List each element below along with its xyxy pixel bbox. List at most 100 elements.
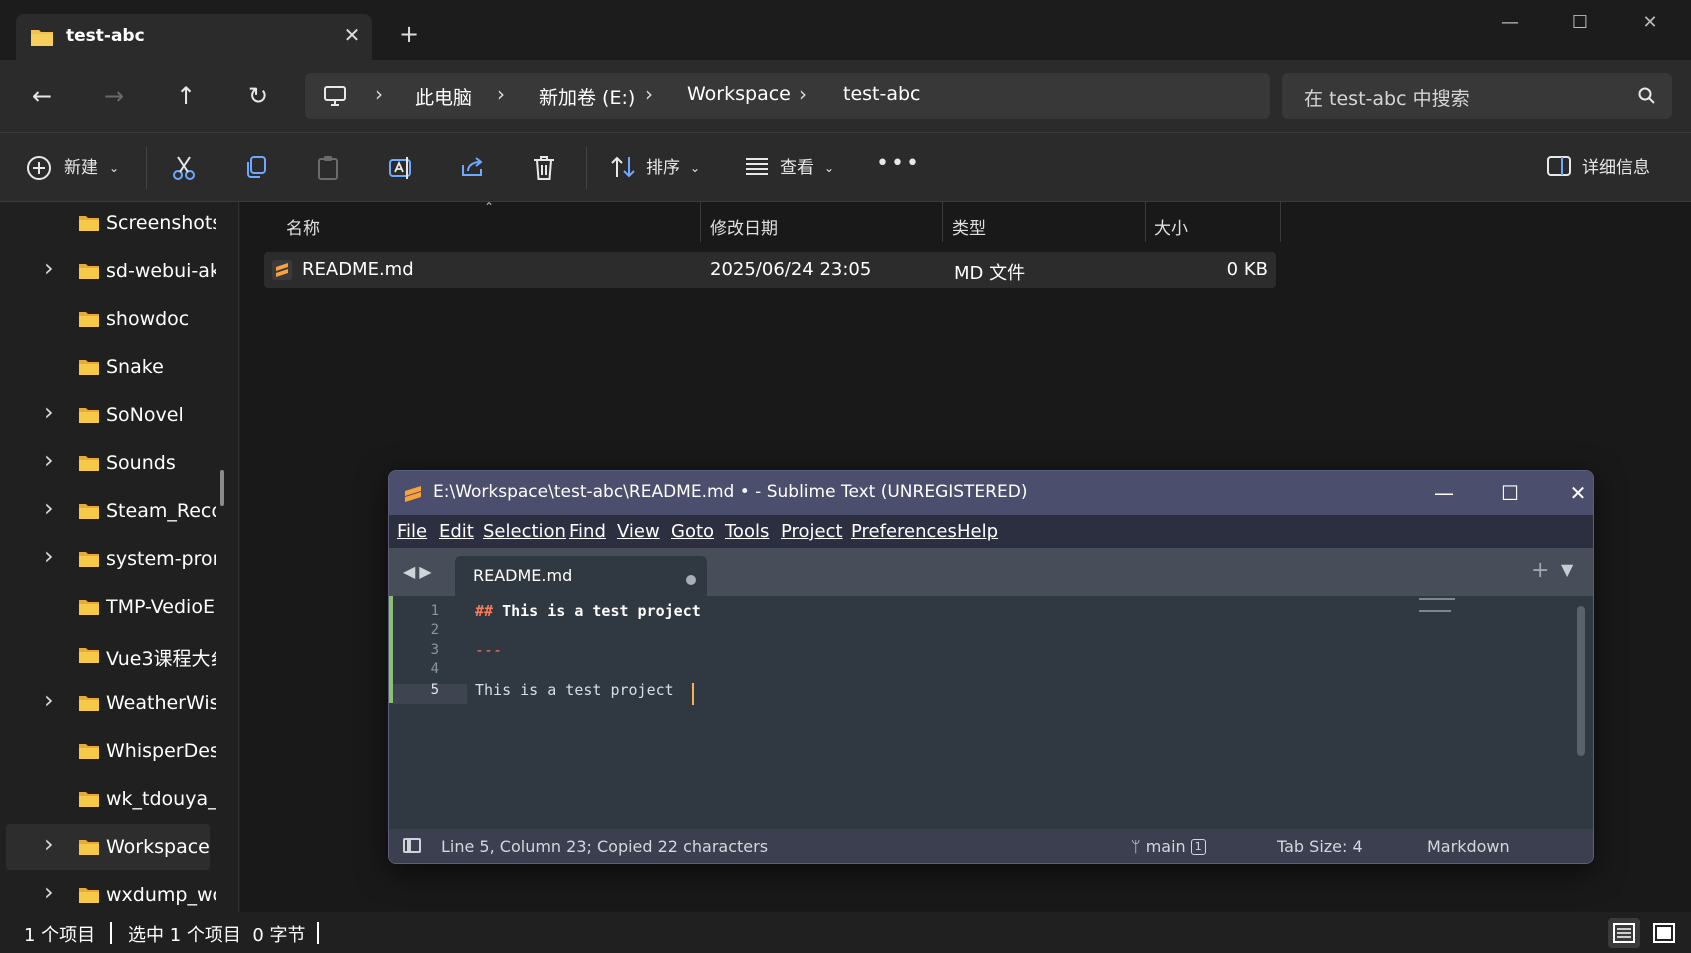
- chevron-down-icon[interactable]: ⌄: [109, 153, 119, 183]
- sidebar-scrollbar[interactable]: [220, 470, 224, 506]
- menu-item-help[interactable]: Help: [957, 521, 998, 542]
- text-caret: [692, 683, 694, 705]
- sidebar-item[interactable]: › Steam_Reco: [6, 488, 216, 534]
- sidebar-item[interactable]: wk_tdouya_: [6, 776, 216, 822]
- column-divider[interactable]: [1280, 202, 1281, 242]
- code-editor[interactable]: 1 2 3 4 5 ## This is a test project --- …: [389, 596, 1593, 829]
- breadcrumb-workspace[interactable]: Workspace: [687, 83, 791, 105]
- sidebar-item[interactable]: WhisperDes: [6, 728, 216, 774]
- syntax-mode[interactable]: Markdown: [1427, 837, 1510, 856]
- new-tab-plus-icon[interactable]: +: [1531, 558, 1549, 583]
- column-divider[interactable]: [942, 202, 943, 242]
- search-icon[interactable]: [1638, 87, 1656, 109]
- details-view-icon[interactable]: [1608, 918, 1640, 948]
- toggle-sidebar-icon[interactable]: [403, 838, 421, 853]
- chevron-down-icon[interactable]: ⌄: [690, 153, 700, 183]
- menu-item-project[interactable]: Project: [781, 521, 843, 542]
- chevron-right-icon[interactable]: ›: [44, 254, 54, 282]
- sidebar-item[interactable]: › SoNovel: [6, 392, 210, 438]
- cut-icon[interactable]: [172, 155, 200, 183]
- tab-close-icon[interactable]: ✕: [339, 22, 365, 48]
- menu-item-file[interactable]: File: [397, 521, 427, 542]
- tab-dropdown-icon[interactable]: ▼: [1561, 560, 1573, 579]
- git-branch[interactable]: ᛘ main 1: [1131, 837, 1206, 856]
- column-divider[interactable]: [700, 202, 701, 242]
- maximize-icon[interactable]: ☐: [1485, 478, 1535, 508]
- paste-icon[interactable]: [316, 155, 344, 183]
- sidebar-item[interactable]: showdoc: [6, 296, 210, 342]
- vertical-scrollbar[interactable]: [1577, 606, 1585, 756]
- editor-tab[interactable]: README.md: [455, 556, 707, 596]
- details-pane-icon[interactable]: [1546, 155, 1574, 183]
- sidebar-item[interactable]: Screenshots: [6, 200, 216, 246]
- sidebar-item[interactable]: › Sounds: [6, 440, 210, 486]
- tab-scroll-arrows-icon[interactable]: ◀▶: [403, 562, 436, 581]
- breadcrumb-drive[interactable]: 新加卷 (E:): [539, 83, 635, 110]
- sidebar-item[interactable]: › system-pror: [6, 536, 216, 582]
- menu-item-find[interactable]: Find: [569, 521, 606, 542]
- chevron-right-icon[interactable]: ›: [44, 830, 54, 858]
- close-window-icon[interactable]: ✕: [1620, 8, 1680, 38]
- sidebar-item[interactable]: Snake: [6, 344, 210, 390]
- minimap[interactable]: [1419, 598, 1459, 612]
- up-icon[interactable]: ↑: [168, 78, 204, 114]
- new-plus-icon[interactable]: [26, 155, 54, 183]
- menu-item-view[interactable]: View: [617, 521, 660, 542]
- column-header-modified[interactable]: 修改日期: [710, 214, 778, 239]
- explorer-tab[interactable]: test-abc ✕: [16, 14, 372, 60]
- more-options-icon[interactable]: •••: [876, 149, 921, 179]
- menu-item-tools[interactable]: Tools: [725, 521, 769, 542]
- column-header-name[interactable]: 名称: [286, 214, 320, 239]
- chevron-down-icon[interactable]: ⌄: [824, 153, 834, 183]
- menu-item-goto[interactable]: Goto: [671, 521, 714, 542]
- view-icon[interactable]: [744, 155, 772, 183]
- column-header-size[interactable]: 大小: [1154, 214, 1188, 239]
- forward-icon[interactable]: →: [96, 78, 132, 114]
- breadcrumb-test-abc[interactable]: test-abc: [843, 83, 921, 105]
- table-row[interactable]: README.md 2025/06/24 23:05 MD 文件 0 KB: [264, 252, 1276, 288]
- search-input[interactable]: 在 test-abc 中搜索: [1282, 73, 1672, 119]
- back-icon[interactable]: ←: [24, 78, 60, 114]
- menu-item-selection[interactable]: Selection: [483, 521, 566, 542]
- chevron-right-icon[interactable]: ›: [44, 446, 54, 474]
- maximize-icon[interactable]: ☐: [1550, 8, 1610, 38]
- new-tab-icon[interactable]: +: [397, 22, 421, 46]
- delete-icon[interactable]: [532, 155, 560, 183]
- line-number: 1: [430, 603, 439, 619]
- sidebar-item[interactable]: › sd-webui-ak: [6, 248, 216, 294]
- sidebar-item[interactable]: › Workspace: [6, 824, 210, 870]
- folder-icon: [78, 214, 100, 236]
- sidebar-item[interactable]: TMP-VedioE: [6, 584, 215, 630]
- chevron-right-icon[interactable]: ›: [44, 686, 54, 714]
- sublime-title-bar: E:\Workspace\test-abc\README.md • - Subl…: [389, 471, 1593, 515]
- share-icon[interactable]: [460, 155, 488, 183]
- details-button[interactable]: 详细信息: [1582, 153, 1650, 183]
- sidebar-item[interactable]: › WeatherWis: [6, 680, 216, 726]
- copy-icon[interactable]: [244, 155, 272, 183]
- line-number: 4: [430, 661, 439, 677]
- column-header-type[interactable]: 类型: [952, 214, 986, 239]
- chevron-right-icon[interactable]: ›: [44, 542, 54, 570]
- rename-icon[interactable]: [388, 155, 416, 183]
- view-button[interactable]: 查看: [780, 153, 814, 183]
- chevron-right-icon[interactable]: ›: [44, 494, 54, 522]
- new-button[interactable]: 新建: [64, 153, 98, 183]
- minimize-icon[interactable]: —: [1419, 478, 1469, 508]
- folder-icon: [78, 838, 100, 860]
- sort-button[interactable]: 排序: [646, 153, 680, 183]
- column-divider[interactable]: [1145, 202, 1146, 242]
- chevron-right-icon[interactable]: ›: [44, 878, 54, 906]
- unsaved-dot-icon[interactable]: [686, 575, 696, 585]
- tiles-view-icon[interactable]: [1648, 918, 1680, 948]
- address-bar[interactable]: › 此电脑 › 新加卷 (E:) › Workspace › test-abc: [305, 73, 1270, 119]
- menu-item-preferences[interactable]: Preferences: [851, 521, 957, 542]
- chevron-right-icon[interactable]: ›: [44, 398, 54, 426]
- sort-icon[interactable]: [610, 155, 638, 183]
- close-window-icon[interactable]: ✕: [1553, 478, 1593, 508]
- menu-item-edit[interactable]: Edit: [439, 521, 474, 542]
- sidebar-item[interactable]: Vue3课程大纟: [6, 632, 216, 678]
- tab-size[interactable]: Tab Size: 4: [1277, 837, 1363, 856]
- refresh-icon[interactable]: ↻: [240, 78, 276, 114]
- minimize-icon[interactable]: —: [1480, 8, 1540, 38]
- breadcrumb-this-pc[interactable]: 此电脑: [415, 83, 472, 110]
